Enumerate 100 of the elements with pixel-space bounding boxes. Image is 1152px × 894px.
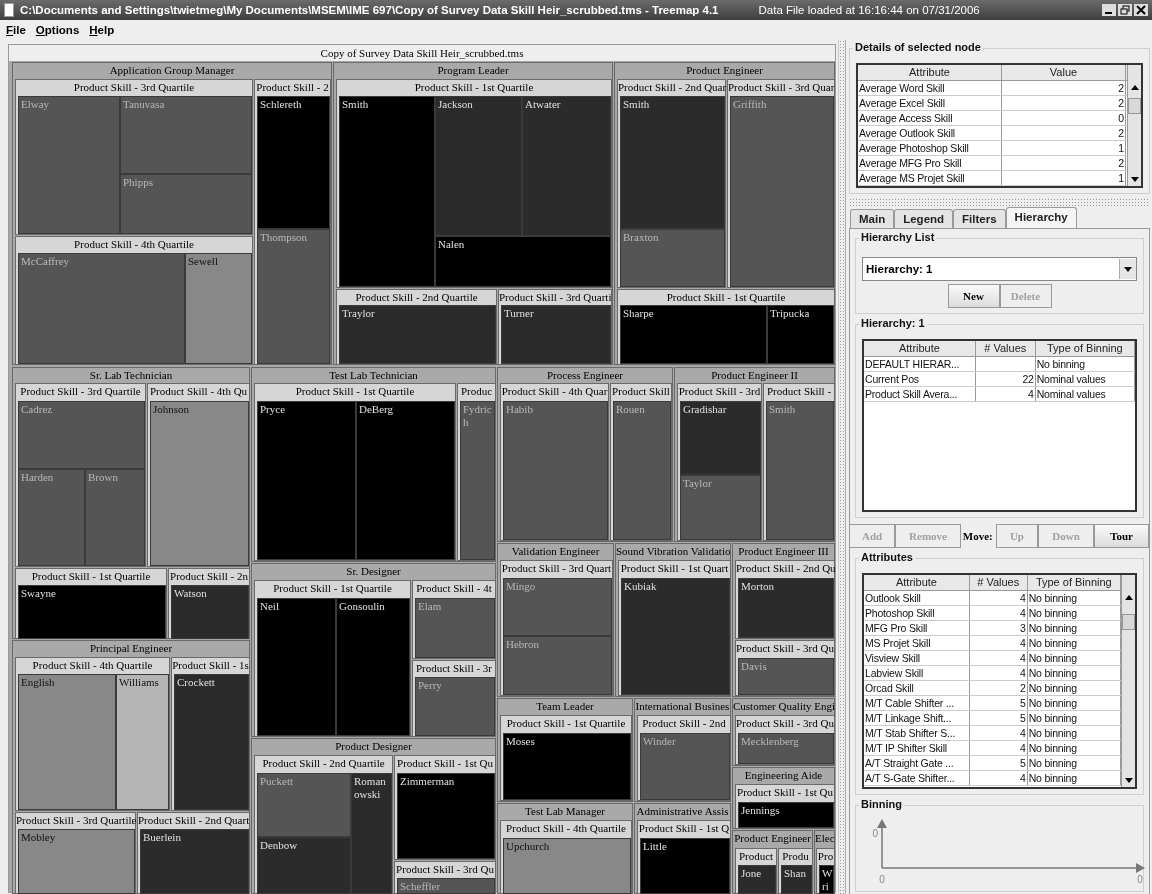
treemap-group[interactable]: Elec Pro Wri — [814, 830, 835, 894]
treemap-group[interactable]: Product Skill - 2nd Quar Smith Braxton — [617, 79, 726, 288]
column-header[interactable]: # Values — [969, 575, 1028, 590]
treemap-group[interactable]: Product Skill - 2nd Winder — [637, 715, 731, 801]
treemap-cell[interactable]: Perry — [415, 677, 495, 736]
tab[interactable]: Main — [850, 209, 895, 228]
treemap-cell[interactable]: Thompson — [257, 229, 330, 364]
treemap-cell[interactable]: Crockett — [174, 674, 249, 810]
treemap-group[interactable]: Application Group Manager Product Skill - 3rd Quartile Elway Tanuvasa Phipps Product Skill - 4th Quartile McCaffrey Sewell Product Skill - 2 Schlereth Thompson — [12, 62, 332, 365]
treemap-group[interactable]: Test Lab Technician Product Skill - 1st Quartile Pryce DeBerg Produc Fydrich — [251, 367, 496, 562]
close-icon[interactable] — [1134, 4, 1148, 16]
treemap-cell[interactable]: Schlereth — [257, 96, 330, 229]
tab[interactable]: Hierarchy — [1005, 207, 1077, 228]
treemap-group[interactable]: Product Skill - 3rd Qu Scheffler — [394, 861, 496, 894]
treemap-group[interactable]: Product Skill - 1st Quartile Swayne — [15, 568, 167, 639]
treemap-cell[interactable]: Zimmerman — [397, 773, 495, 859]
treemap-group[interactable]: Product Skill - 2 Schlereth Thompson — [254, 79, 331, 365]
treemap-cell[interactable]: DeBerg — [356, 401, 455, 560]
treemap-group[interactable]: Product Skill - 3r Perry — [412, 660, 496, 737]
treemap-cell[interactable]: Jennings — [738, 802, 834, 828]
treemap-cell[interactable]: Denbow — [257, 837, 351, 894]
treemap-group[interactable]: Product Skill - 4th Qu Johnson — [147, 383, 250, 567]
treemap-group[interactable]: Product Skill - 3rd Quartile Cadrez Harden Brown — [15, 383, 146, 567]
treemap-group[interactable]: Product Engineer III Product Skill - 2nd Qu Morton Product Skill - 3rd Qu Davis — [732, 543, 835, 697]
treemap-cell[interactable]: Smith — [766, 401, 834, 540]
column-header[interactable]: Attribute — [858, 65, 1002, 80]
treemap-cell[interactable]: Harden — [18, 469, 85, 566]
treemap-cell[interactable]: Mingo — [503, 578, 612, 636]
treemap-cell[interactable]: Nalen — [435, 236, 611, 287]
treemap-group[interactable]: International Busines Product Skill - 2nd Winder — [634, 698, 731, 802]
treemap-group[interactable]: Product Engineer Product Skill - 2nd Quar Smith Braxton Product Skill - 3rd Quar Griffith Product Skill - 1st Quartile Sharpe Tripucka — [614, 62, 835, 365]
treemap-group[interactable]: Sr. Lab Technician Product Skill - 3rd Quartile Cadrez Harden Brown Product Skill - 4th Qu Johnson Product Skill - 1st Quartile Swayne Product Skill - 2n Watson — [12, 367, 250, 639]
treemap-group[interactable]: Product Skill - 3rd Quart Mingo Hebron — [500, 560, 613, 696]
treemap-group[interactable]: Product Skill - 1st Quartile Moses — [500, 715, 632, 801]
scroll-down-icon[interactable] — [1130, 177, 1139, 182]
treemap-group[interactable]: Produ Shan — [778, 848, 813, 894]
treemap-cell[interactable]: Sharpe — [620, 305, 767, 364]
treemap-cell[interactable]: Davis — [738, 658, 834, 695]
treemap-group[interactable]: Product Skill - 1st Quartile Pryce DeBerg — [254, 383, 456, 561]
treemap-cell[interactable]: Moses — [503, 733, 631, 800]
treemap-group[interactable]: Product Skill - 3rd Quar Griffith — [727, 79, 835, 288]
treemap-cell[interactable]: Hebron — [503, 636, 612, 695]
treemap-cell[interactable]: Fydrich — [460, 401, 495, 560]
treemap-group[interactable]: Product Skill - 4th Quartile McCaffrey Sewell — [15, 236, 253, 365]
treemap-group[interactable]: Product Skill - Smith — [763, 383, 835, 541]
treemap-group[interactable]: Product Designer Product Skill - 2nd Quartile Puckett Romanowski Denbow Product Skill - 1st Qu Zimmerman Product Skill - 3rd Qu Scheffler — [251, 738, 496, 894]
treemap-cell[interactable]: Scheffler — [397, 878, 495, 894]
treemap-cell[interactable]: Winder — [640, 733, 730, 800]
treemap-group[interactable]: Validation Engineer Product Skill - 3rd Quart Mingo Hebron — [497, 543, 614, 697]
treemap-group[interactable]: Product Skill - 3rd Quartile Elway Tanuvasa Phipps — [15, 79, 253, 235]
menu-item[interactable]: Help — [89, 24, 115, 36]
treemap-group[interactable]: Product Skill - 1st Quartile Sharpe Tripucka — [617, 289, 835, 365]
column-header[interactable]: Attribute — [864, 341, 976, 356]
scroll-thumb[interactable] — [1128, 98, 1141, 114]
scrollbar[interactable] — [1121, 575, 1135, 787]
hierarchy-dropdown[interactable]: Hierarchy: 1 — [862, 257, 1137, 281]
treemap-cell[interactable]: Mecklenberg — [738, 733, 834, 764]
tab[interactable]: Filters — [953, 209, 1006, 228]
treemap-cell[interactable]: Habib — [503, 401, 608, 540]
treemap-group[interactable]: Product Skill - 1st Q Little — [637, 820, 731, 894]
treemap-cell[interactable]: Elam — [415, 598, 495, 658]
treemap-cell[interactable]: Rouen — [613, 401, 671, 540]
treemap-group[interactable]: Program Leader Product Skill - 1st Quartile Smith Jackson Atwater Nalen Product Skill - 2nd Quartile Traylor Product Skill - 3rd Quarti Turner — [333, 62, 613, 365]
action-button[interactable]: New — [947, 284, 1000, 308]
treemap-group[interactable]: Product Skill - 4th Quar Habib — [500, 383, 609, 541]
treemap-cell[interactable]: Gradishar — [680, 401, 761, 475]
treemap-cell[interactable]: Smith — [339, 96, 435, 287]
treemap-group[interactable]: Administrative Assis Product Skill - 1st Q Little — [634, 803, 731, 894]
treemap-cell[interactable]: Upchurch — [503, 838, 631, 894]
column-header[interactable]: Attribute — [864, 575, 970, 590]
treemap-group[interactable]: Product Engineer II Product Skill - 3rd Gradishar Taylor Product Skill - Smith — [674, 367, 835, 542]
scrollbar[interactable] — [1127, 65, 1141, 186]
treemap-group[interactable]: Product Skill - 4th Quartile Upchurch — [500, 820, 632, 894]
treemap-group[interactable]: Customer Quality Engi Product Skill - 3rd Qu Mecklenberg — [732, 698, 835, 766]
treemap-group[interactable]: Product Skill - 4th Quartile English Williams — [15, 657, 170, 811]
treemap-cell[interactable]: Gonsoulin — [336, 598, 410, 736]
treemap-cell[interactable]: Johnson — [150, 401, 249, 566]
treemap-cell[interactable]: Brown — [85, 469, 145, 566]
treemap-group[interactable]: Product Skill - 2nd Quartile Traylor — [336, 289, 497, 365]
column-header[interactable]: # Values — [975, 341, 1036, 356]
treemap-cell[interactable]: Shan — [781, 865, 812, 894]
treemap-cell[interactable]: Phipps — [120, 174, 252, 234]
treemap-cell[interactable]: Turner — [501, 305, 611, 364]
treemap-cell[interactable]: Taylor — [680, 475, 761, 540]
treemap-group[interactable]: Product Skill - 4t Elam — [412, 580, 496, 659]
splitter-handle[interactable] — [838, 40, 846, 894]
treemap-group[interactable]: Principal Engineer Product Skill - 4th Quartile English Williams Product Skill - 1s Crockett Product Skill - 3rd Quartile Mobley Product Skill - 2nd Quart Buerlein — [12, 640, 250, 894]
treemap-cell[interactable]: Traylor — [339, 305, 496, 364]
column-header[interactable]: Value — [1002, 65, 1126, 80]
scroll-up-icon[interactable] — [1130, 85, 1139, 90]
treemap-group[interactable]: Product Skill Rouen — [610, 383, 672, 541]
treemap-cell[interactable]: Morton — [738, 578, 834, 638]
treemap-cell[interactable]: Elway — [18, 96, 120, 234]
treemap-cell[interactable]: Atwater — [522, 96, 611, 236]
restore-icon[interactable] — [1118, 4, 1132, 16]
treemap-group[interactable]: Test Lab Manager Product Skill - 4th Quartile Upchurch — [497, 803, 633, 894]
treemap-group[interactable]: Product Skill - 1st Qu Zimmerman — [394, 755, 496, 860]
treemap-cell[interactable]: Puckett — [257, 773, 351, 837]
treemap-cell[interactable]: Watson — [171, 585, 249, 639]
treemap-group[interactable]: Product Skill - 3rd Qu Mecklenberg — [735, 715, 835, 765]
